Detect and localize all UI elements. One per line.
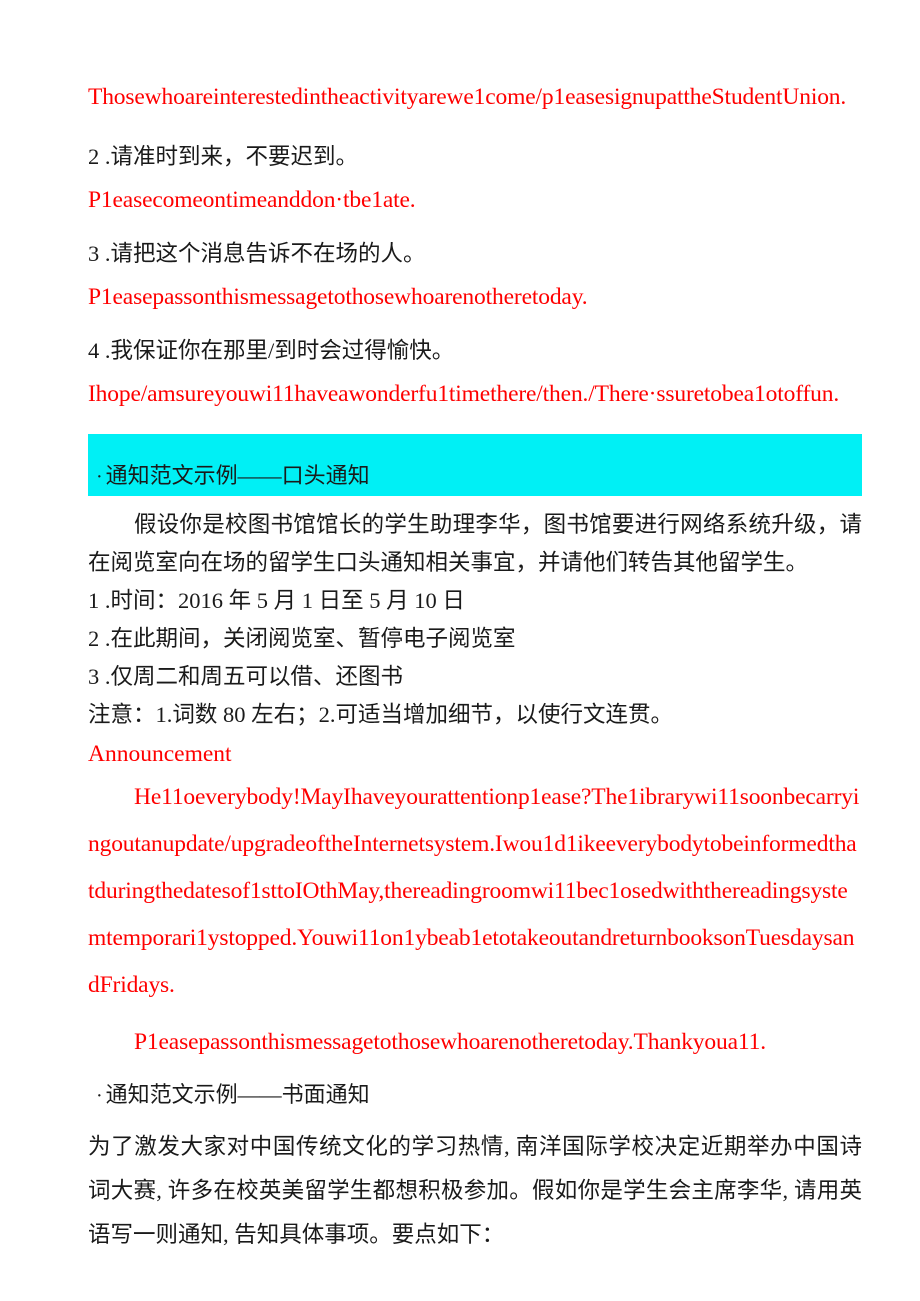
document-content: Thosewhoareinterestedintheactivityarewe1… [88, 74, 862, 1257]
practice-item-2-english: P1easecomeontimeanddon·tbe1ate. [88, 187, 416, 213]
announcement-closing: P1easepassonthismessagetothosewhoarenoth… [134, 1029, 766, 1055]
answer-line-continuation: Thosewhoareinterestedintheactivityarewe1… [88, 84, 847, 110]
bullet-icon: · [96, 466, 103, 488]
section-heading-written-notice-label: 通知范文示例——书面通知 [105, 1082, 370, 1107]
practice-item-4-english: Ihope/amsureyouwi11haveawonderfu1timethe… [88, 381, 840, 407]
oral-notice-requirement-1: 1 .时间：2016 年 5 月 1 日至 5 月 10 日 [88, 588, 465, 613]
section-heading-oral-notice: · 通知范文示例——口头通知 [96, 458, 370, 490]
oral-notice-note-line: 注意：1.词数 80 左右；2.可适当增加细节，以使行文连贯。 [88, 702, 674, 727]
oral-notice-prompt-paragraph: 假设你是校图书馆馆长的学生助理李华，图书馆要进行网络系统升级，请在阅览室向在场的… [88, 512, 862, 575]
document-page: Thosewhoareinterestedintheactivityarewe1… [0, 0, 920, 1301]
oral-notice-requirement-2: 2 .在此期间，关闭阅览室、暂停电子阅览室 [88, 626, 516, 651]
section-heading-written-notice: · 通知范文示例——书面通知 [88, 1076, 862, 1115]
practice-item-3-chinese: 3 .请把这个消息告诉不在场的人。 [88, 241, 426, 266]
written-notice-prompt-paragraph: 为了激发大家对中国传统文化的学习热情, 南洋国际学校决定近期举办中国诗词大赛, … [88, 1134, 862, 1247]
announcement-title: Announcement [88, 741, 232, 767]
announcement-body: He11oeverybody!MayIhaveyourattentionp1ea… [88, 784, 860, 998]
section-heading-oral-notice-highlight: · 通知范文示例——口头通知 [88, 434, 862, 496]
practice-item-2-chinese: 2 .请准时到来，不要迟到。 [88, 144, 359, 169]
section-heading-oral-notice-label: 通知范文示例——口头通知 [105, 463, 370, 488]
bullet-icon: · [96, 1085, 103, 1107]
practice-item-3-english: P1easepassonthismessagetothosewhoarenoth… [88, 284, 588, 310]
practice-item-4-chinese: 4 .我保证你在那里/到时会过得愉快。 [88, 338, 455, 363]
oral-notice-requirement-3: 3 .仅周二和周五可以借、还图书 [88, 664, 404, 689]
